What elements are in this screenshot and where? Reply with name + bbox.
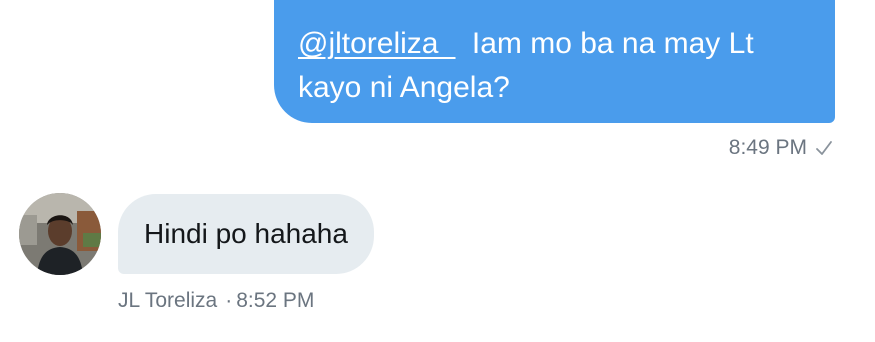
incoming-message-text: Hindi po hahaha <box>144 218 348 249</box>
avatar[interactable] <box>19 193 101 275</box>
sender-name[interactable]: JL Toreliza <box>118 289 217 312</box>
outgoing-message-time: 8:49 PM <box>728 136 807 159</box>
outgoing-message-bubble[interactable]: @jltoreliza_ Iam mo ba na may Lt kayo ni… <box>274 0 835 123</box>
outgoing-message-text-2: kayo ni Angela? <box>298 71 510 104</box>
incoming-message-bubble[interactable]: Hindi po hahaha <box>118 194 374 274</box>
meta-separator: · <box>225 289 233 312</box>
checkmark-icon <box>816 141 832 155</box>
conversation-view: @jltoreliza_ Iam mo ba na may Lt kayo ni… <box>0 0 875 342</box>
outgoing-message-meta: 8:49 PM <box>729 136 833 160</box>
incoming-message-time: 8:52 PM <box>236 289 315 312</box>
incoming-message-meta: JL Toreliza · 8:52 PM <box>118 289 314 313</box>
outgoing-message-text-1: Iam mo ba na may Lt <box>471 27 754 60</box>
mention-link[interactable]: @jltoreliza_ <box>298 27 455 60</box>
outgoing-message-line-1: @jltoreliza_ Iam mo ba na may Lt <box>298 22 811 66</box>
avatar-photo <box>19 193 101 275</box>
